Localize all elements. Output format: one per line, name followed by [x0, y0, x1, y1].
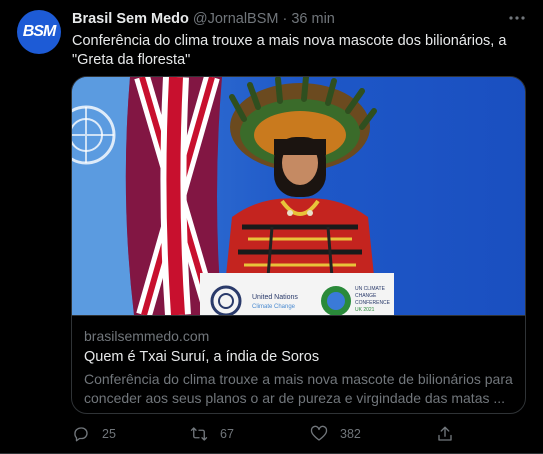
avatar[interactable]: BSM [17, 10, 61, 54]
tweet[interactable]: BSM Brasil Sem Medo @JornalBSM · 36 min … [0, 0, 543, 454]
reply-icon [74, 427, 88, 442]
avatar-logo-text: BSM [22, 23, 57, 40]
tweet-text: Conferência do clima trouxe a mais nova … [72, 33, 507, 68]
card-domain: brasilsemmedo.com [84, 328, 210, 344]
share-icon [438, 426, 452, 441]
reply-count: 25 [102, 427, 116, 441]
podium-event-line1: UN CLIMATE [355, 286, 386, 292]
card-meta: brasilsemmedo.com Quem é Txai Suruí, a í… [72, 315, 525, 413]
card-description: Conferência do clima trouxe a mais nova … [84, 371, 513, 406]
reply-button[interactable]: 25 [72, 425, 116, 443]
like-count: 382 [340, 427, 361, 441]
tweet-timestamp[interactable]: 36 min [291, 11, 335, 27]
separator-dot: · [282, 11, 288, 27]
podium-org-text: United Nations [252, 294, 298, 301]
card-title: Quem é Txai Suruí, a índia de Soros [84, 349, 320, 365]
podium-event-line4: UK 2021 [355, 307, 375, 313]
like-button[interactable]: 382 [310, 425, 361, 443]
tweet-header: Brasil Sem Medo @JornalBSM · 36 min [72, 11, 503, 27]
un-flag-image [72, 77, 134, 315]
podium-event-line2: CHANGE [355, 293, 377, 299]
like-icon [310, 425, 328, 441]
podium-event-line3: CONFERENCE [355, 300, 391, 306]
more-horizontal-icon[interactable] [507, 8, 527, 28]
card-image: United Nations Climate Change UN CLIMATE… [72, 77, 525, 315]
author-handle[interactable]: @JornalBSM [193, 11, 279, 27]
retweet-icon [190, 427, 208, 441]
podium-org-sub-text: Climate Change [252, 304, 296, 310]
share-button[interactable] [436, 425, 466, 443]
link-card[interactable]: United Nations Climate Change UN CLIMATE… [71, 76, 526, 414]
retweet-count: 67 [220, 427, 234, 441]
author-name[interactable]: Brasil Sem Medo [72, 11, 189, 27]
retweet-button[interactable]: 67 [190, 425, 234, 443]
podium: United Nations Climate Change UN CLIMATE… [200, 273, 394, 315]
tweet-actions: 25 67 382 [72, 425, 472, 445]
